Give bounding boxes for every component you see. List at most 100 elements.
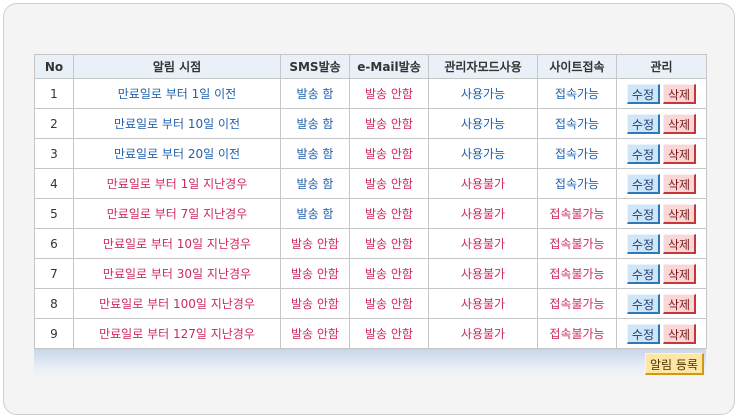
table-body: 1 만료일로 부터 1일 이전 발송 함 발송 안함 사용가능 접속가능 수정 삭제 2 만료일로… [34, 78, 707, 349]
edit-button[interactable]: 수정 [626, 143, 660, 164]
edit-button[interactable]: 수정 [626, 293, 660, 314]
delete-button[interactable]: 삭제 [663, 113, 697, 134]
header-no: No [34, 54, 74, 79]
table-row: 8 만료일로 부터 100일 지난경우 발송 안함 발송 안함 사용불가 접속불가능 수정 삭… [34, 288, 707, 319]
delete-button[interactable]: 삭제 [663, 173, 697, 194]
cell-site-access: 접속가능 [537, 168, 617, 199]
cell-site-access: 접속가능 [537, 78, 617, 109]
cell-notify-time: 만료일로 부터 1일 이전 [73, 78, 281, 109]
cell-sms: 발송 함 [280, 78, 350, 109]
cell-notify-time: 만료일로 부터 20일 이전 [73, 138, 281, 169]
cell-no: 9 [34, 318, 74, 349]
cell-admin-mode: 사용불가 [428, 228, 538, 259]
cell-manage: 수정 삭제 [616, 78, 707, 109]
delete-button[interactable]: 삭제 [663, 293, 697, 314]
cell-manage: 수정 삭제 [616, 138, 707, 169]
cell-manage: 수정 삭제 [616, 258, 707, 289]
edit-button[interactable]: 수정 [626, 233, 660, 254]
header-sms: SMS발송 [280, 54, 350, 79]
cell-no: 1 [34, 78, 74, 109]
delete-button[interactable]: 삭제 [663, 83, 697, 104]
cell-no: 8 [34, 288, 74, 319]
cell-site-access: 접속불가능 [537, 198, 617, 229]
table-row: 6 만료일로 부터 10일 지난경우 발송 안함 발송 안함 사용불가 접속불가능 수정 삭제 [34, 228, 707, 259]
cell-admin-mode: 사용불가 [428, 198, 538, 229]
cell-site-access: 접속가능 [537, 138, 617, 169]
cell-sms: 발송 함 [280, 198, 350, 229]
edit-button[interactable]: 수정 [626, 203, 660, 224]
header-site-access: 사이트접속 [537, 54, 617, 79]
cell-manage: 수정 삭제 [616, 198, 707, 229]
cell-email: 발송 안함 [349, 288, 429, 319]
edit-button[interactable]: 수정 [626, 83, 660, 104]
cell-admin-mode: 사용가능 [428, 108, 538, 139]
header-admin-mode: 관리자모드사용 [428, 54, 538, 79]
cell-notify-time: 만료일로 부터 10일 지난경우 [73, 228, 281, 259]
notification-table: No 알림 시점 SMS발송 e-Mail발송 관리자모드사용 사이트접속 관리… [34, 54, 707, 349]
table-row: 7 만료일로 부터 30일 지난경우 발송 안함 발송 안함 사용불가 접속불가능 수정 삭제 [34, 258, 707, 289]
edit-button[interactable]: 수정 [626, 113, 660, 134]
notification-settings: No 알림 시점 SMS발송 e-Mail발송 관리자모드사용 사이트접속 관리… [34, 54, 707, 379]
register-notification-button[interactable]: 알림 등록 [645, 353, 704, 375]
cell-no: 5 [34, 198, 74, 229]
cell-sms: 발송 함 [280, 168, 350, 199]
cell-notify-time: 만료일로 부터 10일 이전 [73, 108, 281, 139]
cell-site-access: 접속불가능 [537, 258, 617, 289]
delete-button[interactable]: 삭제 [663, 203, 697, 224]
table-header-row: No 알림 시점 SMS발송 e-Mail발송 관리자모드사용 사이트접속 관리 [34, 54, 707, 79]
cell-admin-mode: 사용불가 [428, 318, 538, 349]
cell-sms: 발송 안함 [280, 318, 350, 349]
delete-button[interactable]: 삭제 [663, 263, 697, 284]
cell-manage: 수정 삭제 [616, 318, 707, 349]
cell-notify-time: 만료일로 부터 30일 지난경우 [73, 258, 281, 289]
cell-site-access: 접속불가능 [537, 318, 617, 349]
cell-admin-mode: 사용불가 [428, 258, 538, 289]
edit-button[interactable]: 수정 [626, 323, 660, 344]
header-notify-time: 알림 시점 [73, 54, 281, 79]
delete-button[interactable]: 삭제 [663, 233, 697, 254]
cell-email: 발송 안함 [349, 138, 429, 169]
table-row: 2 만료일로 부터 10일 이전 발송 함 발송 안함 사용가능 접속가능 수정 삭제 [34, 108, 707, 139]
cell-no: 2 [34, 108, 74, 139]
cell-site-access: 접속불가능 [537, 288, 617, 319]
table-row: 3 만료일로 부터 20일 이전 발송 함 발송 안함 사용가능 접속가능 수정 삭제 [34, 138, 707, 169]
cell-email: 발송 안함 [349, 318, 429, 349]
edit-button[interactable]: 수정 [626, 173, 660, 194]
edit-button[interactable]: 수정 [626, 263, 660, 284]
cell-email: 발송 안함 [349, 168, 429, 199]
cell-email: 발송 안함 [349, 198, 429, 229]
cell-email: 발송 안함 [349, 108, 429, 139]
cell-email: 발송 안함 [349, 78, 429, 109]
cell-no: 4 [34, 168, 74, 199]
cell-no: 3 [34, 138, 74, 169]
cell-notify-time: 만료일로 부터 7일 지난경우 [73, 198, 281, 229]
cell-manage: 수정 삭제 [616, 168, 707, 199]
header-manage: 관리 [616, 54, 707, 79]
cell-notify-time: 만료일로 부터 1일 지난경우 [73, 168, 281, 199]
cell-no: 6 [34, 228, 74, 259]
cell-email: 발송 안함 [349, 258, 429, 289]
cell-email: 발송 안함 [349, 228, 429, 259]
cell-manage: 수정 삭제 [616, 108, 707, 139]
delete-button[interactable]: 삭제 [663, 143, 697, 164]
table-row: 1 만료일로 부터 1일 이전 발송 함 발송 안함 사용가능 접속가능 수정 삭제 [34, 78, 707, 109]
cell-admin-mode: 사용가능 [428, 138, 538, 169]
table-row: 4 만료일로 부터 1일 지난경우 발송 함 발송 안함 사용불가 접속가능 수정 삭제 [34, 168, 707, 199]
table-row: 9 만료일로 부터 127일 지난경우 발송 안함 발송 안함 사용불가 접속불가능 수정 삭… [34, 318, 707, 349]
cell-site-access: 접속가능 [537, 108, 617, 139]
cell-admin-mode: 사용가능 [428, 78, 538, 109]
cell-notify-time: 만료일로 부터 127일 지난경우 [73, 318, 281, 349]
cell-manage: 수정 삭제 [616, 228, 707, 259]
cell-admin-mode: 사용불가 [428, 288, 538, 319]
cell-sms: 발송 안함 [280, 288, 350, 319]
cell-no: 7 [34, 258, 74, 289]
cell-manage: 수정 삭제 [616, 288, 707, 319]
cell-sms: 발송 안함 [280, 258, 350, 289]
header-email: e-Mail발송 [349, 54, 429, 79]
table-row: 5 만료일로 부터 7일 지난경우 발송 함 발송 안함 사용불가 접속불가능 수정 삭제 [34, 198, 707, 229]
cell-sms: 발송 안함 [280, 228, 350, 259]
cell-site-access: 접속불가능 [537, 228, 617, 259]
cell-admin-mode: 사용불가 [428, 168, 538, 199]
delete-button[interactable]: 삭제 [663, 323, 697, 344]
cell-sms: 발송 함 [280, 108, 350, 139]
